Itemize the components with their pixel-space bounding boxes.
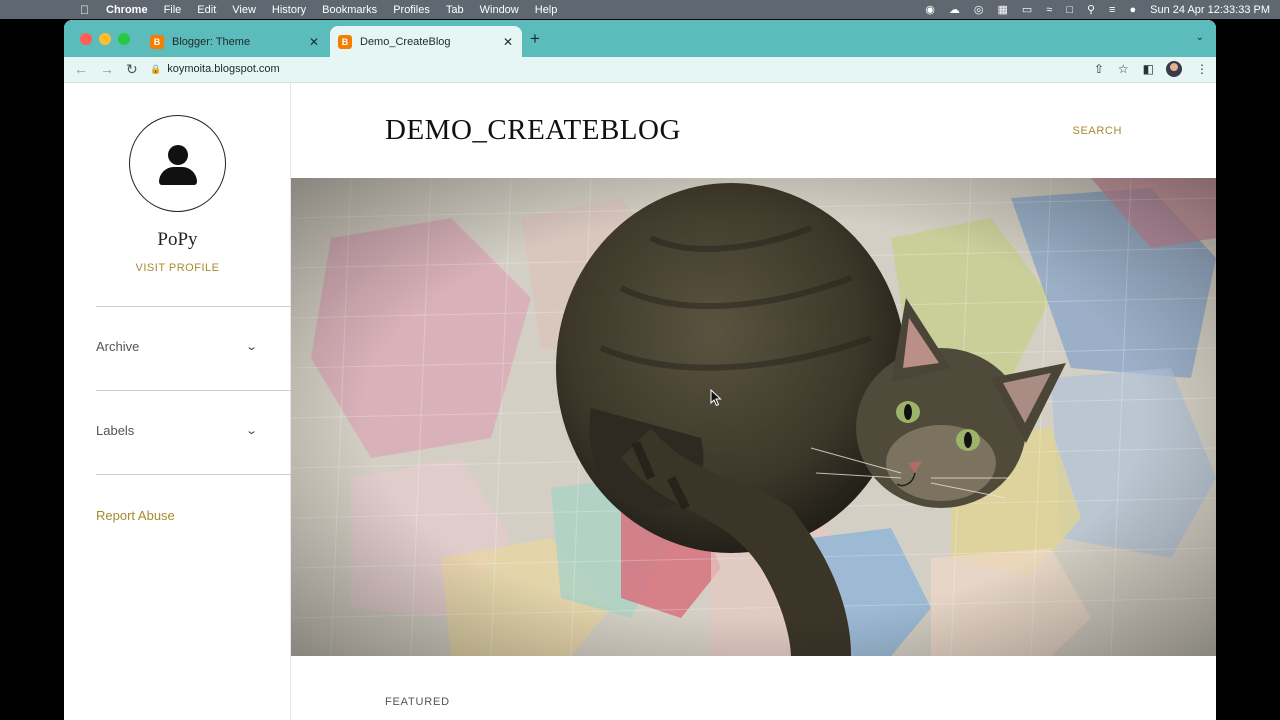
featured-section-label: FEATURED [385,696,450,708]
browser-window: B Blogger: Theme ✕ B Demo_CreateBlog ✕ +… [64,20,1216,720]
menu-help[interactable]: Help [535,4,558,16]
forward-arrow-icon[interactable]: → [100,60,114,78]
keyboard-icon[interactable]: ▦ [997,3,1007,16]
reload-icon[interactable]: ↻ [126,60,138,78]
siri-icon[interactable]: ● [1129,4,1136,16]
address-bar[interactable]: 🔒 koymoita.blogspot.com [150,58,1198,80]
chevron-down-icon[interactable]: ⌄ [245,424,258,437]
menu-view[interactable]: View [232,4,256,16]
battery-icon[interactable]: ▭ [1022,3,1032,16]
tab-close-icon[interactable]: ✕ [306,35,322,49]
report-abuse-link[interactable]: Report Abuse [96,508,175,523]
tab-close-icon[interactable]: ✕ [500,35,516,49]
window-close-button[interactable] [80,33,92,45]
kebab-menu-icon[interactable]: ⋮ [1196,60,1208,78]
control-center-icon[interactable]: ≡ [1109,4,1115,16]
person-icon-head [168,145,188,165]
cloud-icon[interactable]: ☁ [949,3,960,16]
sidebar-divider [96,306,291,307]
sidebar-divider [96,390,291,391]
blogger-favicon-icon: B [338,34,352,49]
menu-edit[interactable]: Edit [197,4,216,16]
chevron-down-icon[interactable]: ⌄ [245,340,258,353]
blog-sidebar: PoPy VISIT PROFILE Archive ⌄ Labels ⌄ Re… [64,83,291,720]
hero-cat-image [291,178,1216,656]
menu-tab[interactable]: Tab [446,4,464,16]
blog-main: DEMO_CREATEBLOG SEARCH FEATURED [291,83,1216,720]
visit-profile-link[interactable]: VISIT PROFILE [64,262,291,274]
sidebar-divider [96,474,291,475]
blog-title[interactable]: DEMO_CREATEBLOG [385,114,681,147]
profile-avatar[interactable] [129,115,226,212]
toolbar-actions: ⇧ ☆ ◧ ⋮ [1080,60,1208,78]
side-panel-icon[interactable]: ◧ [1143,60,1154,78]
cat-on-quilt-illustration [291,178,1216,656]
lock-icon[interactable]: 🔒 [150,64,161,75]
tab-search-chevron-icon[interactable]: ⌄ [1196,32,1204,43]
archive-section-toggle[interactable]: Archive ⌄ [96,339,258,354]
tab-blogger-theme[interactable]: B Blogger: Theme ✕ [142,26,328,57]
menu-bookmarks[interactable]: Bookmarks [322,4,377,16]
labels-section-toggle[interactable]: Labels ⌄ [96,423,258,438]
window-minimize-button[interactable] [99,33,111,45]
tab-title: Demo_CreateBlog [360,35,451,48]
bookmark-star-icon[interactable]: ☆ [1118,60,1129,78]
menu-file[interactable]: File [164,4,182,16]
menu-profiles[interactable]: Profiles [393,4,430,16]
menu-history[interactable]: History [272,4,306,16]
spotlight-icon[interactable]: ⚲ [1087,3,1095,16]
labels-label: Labels [96,423,135,438]
vpn-icon[interactable]: ◎ [974,3,984,16]
back-arrow-icon[interactable]: ← [74,60,88,78]
window-zoom-button[interactable] [118,33,130,45]
browser-toolbar: ← → ↻ 🔒 koymoita.blogspot.com ⇧ ☆ ◧ ⋮ [64,57,1216,83]
tab-title: Blogger: Theme [172,35,251,48]
web-page: PoPy VISIT PROFILE Archive ⌄ Labels ⌄ Re… [64,83,1216,720]
new-tab-plus-icon[interactable]: + [530,30,540,48]
profile-name: PoPy [157,229,198,250]
profile-avatar-icon[interactable] [1166,61,1182,77]
wifi-icon[interactable]: ≈ [1046,4,1052,16]
menu-bar-status-area: ◉ ☁ ◎ ▦ ▭ ≈ □ ⚲ ≡ ● Sun 24 Apr 12:33:33 … [911,0,1280,19]
archive-label: Archive [96,339,140,354]
menu-bar-clock[interactable]: Sun 24 Apr 12:33:33 PM [1150,4,1270,16]
apple-menu-icon[interactable]:  [80,3,94,17]
macos-menu-bar:  Chrome File Edit View History Bookmark… [0,0,1280,19]
tab-strip: B Blogger: Theme ✕ B Demo_CreateBlog ✕ +… [64,20,1216,57]
mouse-cursor-icon [710,389,722,407]
person-icon-body [159,167,197,185]
address-bar-url[interactable]: koymoita.blogspot.com [167,63,280,75]
input-source-icon[interactable]: □ [1066,4,1073,16]
search-button[interactable]: SEARCH [1073,125,1122,137]
blogger-favicon-icon: B [150,34,164,49]
tab-demo-createblog[interactable]: B Demo_CreateBlog ✕ [330,26,522,57]
record-icon[interactable]: ◉ [925,3,935,16]
menu-app-name[interactable]: Chrome [106,4,148,16]
menu-window[interactable]: Window [480,4,519,16]
share-icon[interactable]: ⇧ [1094,60,1104,78]
